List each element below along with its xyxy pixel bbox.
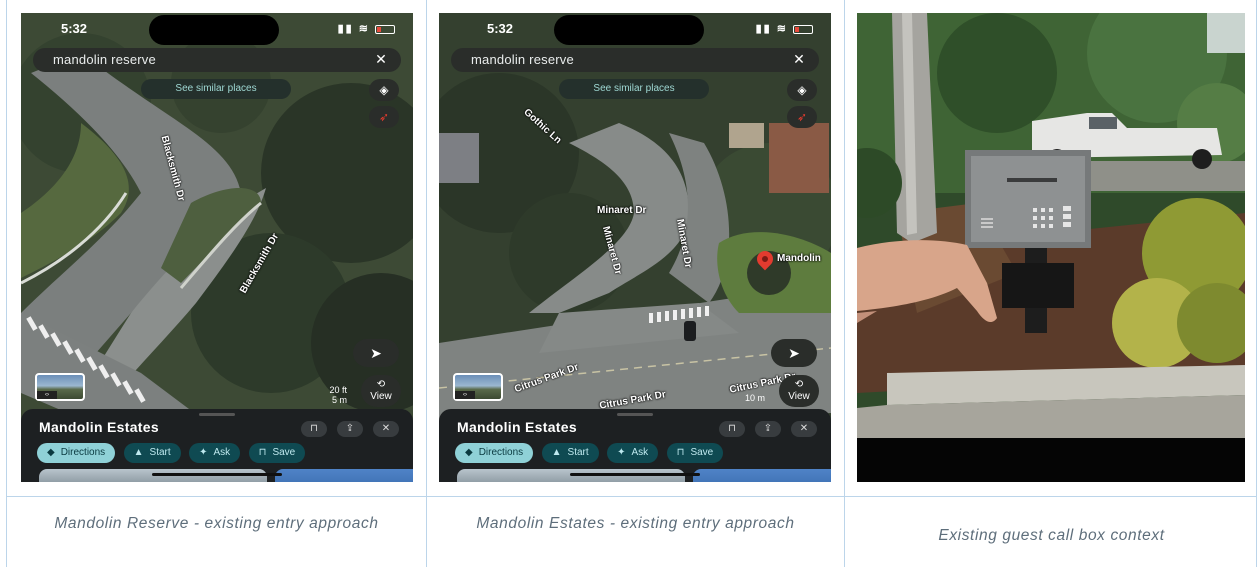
place-sheet: Mandolin Estates ⊓ ⇪ ✕ ◆ Directions ▲ Start … [21, 409, 413, 482]
ask-button[interactable]: ✦ Ask [607, 443, 659, 463]
view-360-icon: ⟲ [376, 379, 386, 390]
photo-card[interactable] [275, 469, 413, 482]
call-box-photo [857, 13, 1245, 482]
sparkle-icon: ✦ [617, 447, 626, 458]
search-bar[interactable]: mandolin reserve ✕ [451, 48, 819, 72]
battery-icon [375, 24, 395, 34]
image-caption: Mandolin Reserve - existing entry approa… [54, 515, 379, 532]
scale-meters: 10 m [744, 393, 765, 403]
close-icon[interactable]: ✕ [373, 421, 399, 437]
street-view-icon: ‹› [37, 391, 57, 399]
chip-label: Directions [60, 447, 106, 458]
place-actions: ⊓ ⇪ ✕ [709, 418, 817, 437]
status-icons: ▮▮ ≋ [756, 22, 813, 35]
start-arrow-icon: ▲ [133, 447, 144, 458]
layers-icon[interactable]: ◈ [369, 79, 399, 101]
view-label: View [370, 391, 392, 402]
scale-feet: 20 ft [329, 385, 347, 395]
place-actions: ⊓ ⇪ ✕ [291, 418, 399, 437]
place-name: Mandolin Estates [457, 419, 577, 435]
view-360-icon: ⟲ [794, 379, 804, 390]
home-indicator [570, 473, 700, 476]
table-cell-mandolin-reserve: Blacksmith Dr Blacksmith Dr 5:32 ▮▮ ≋ ma… [7, 0, 427, 567]
pin-label: Mandolin [777, 253, 821, 264]
chip-label: Save [272, 447, 296, 458]
close-icon[interactable]: ✕ [375, 51, 387, 68]
start-button[interactable]: ▲ Start [123, 443, 181, 463]
row-divider [427, 496, 844, 497]
status-time: 5:32 [61, 21, 88, 36]
place-name: Mandolin Estates [39, 419, 159, 435]
chip-label: Save [690, 447, 714, 458]
chip-label: Ask [213, 447, 231, 458]
table-cell-mandolin-estates: Gothic Ln Minaret Dr Minaret Dr Minaret … [427, 0, 845, 567]
see-similar-places-button[interactable]: See similar places [141, 79, 291, 99]
save-button[interactable]: ⊓ Save [666, 443, 724, 463]
search-query: mandolin reserve [53, 52, 156, 67]
compass-icon[interactable]: ➶ [787, 106, 817, 128]
directions-icon: ◆ [47, 447, 55, 458]
street-view-icon: ‹› [455, 391, 475, 399]
image-table: Blacksmith Dr Blacksmith Dr 5:32 ▮▮ ≋ ma… [6, 0, 1257, 567]
street-view-thumbnail[interactable]: ‹› [453, 373, 503, 401]
chip-label: Ask [631, 447, 649, 458]
battery-icon [793, 24, 813, 34]
sheet-handle[interactable] [199, 413, 235, 416]
maps-screenshot-mandolin-reserve: Blacksmith Dr Blacksmith Dr 5:32 ▮▮ ≋ ma… [21, 13, 413, 482]
directions-icon: ◆ [465, 447, 473, 458]
bookmark-icon[interactable]: ⊓ [301, 421, 327, 437]
street-view-thumbnail[interactable]: ‹› [35, 373, 85, 401]
directions-button[interactable]: ◆ Directions [37, 443, 116, 463]
bookmark-icon: ⊓ [676, 447, 685, 458]
photo-card[interactable] [693, 469, 831, 482]
row-divider [845, 496, 1257, 497]
see-similar-places-button[interactable]: See similar places [559, 79, 709, 99]
view-label: View [788, 391, 810, 402]
sheet-handle[interactable] [617, 413, 653, 416]
layers-icon[interactable]: ◈ [787, 79, 817, 101]
status-time: 5:32 [487, 21, 514, 36]
sparkle-icon: ✦ [199, 447, 208, 458]
share-icon[interactable]: ⇪ [337, 421, 363, 437]
status-bar: 5:32 ▮▮ ≋ [61, 21, 395, 37]
start-arrow-icon: ▲ [551, 447, 562, 458]
search-query: mandolin reserve [471, 52, 574, 67]
place-sheet: Mandolin Estates ⊓ ⇪ ✕ ◆ Directions ▲ Start … [439, 409, 831, 482]
compass-icon[interactable]: ➶ [369, 106, 399, 128]
start-button[interactable]: ▲ Start [541, 443, 599, 463]
close-icon[interactable]: ✕ [793, 51, 805, 68]
chip-label: Start [567, 447, 589, 458]
directions-button[interactable]: ◆ Directions [455, 443, 534, 463]
navigate-arrow-icon[interactable]: ➤ [771, 339, 817, 367]
navigate-arrow-icon[interactable]: ➤ [353, 339, 399, 367]
row-divider [7, 496, 426, 497]
ask-button[interactable]: ✦ Ask [189, 443, 241, 463]
bookmark-icon: ⊓ [258, 447, 267, 458]
maps-screenshot-mandolin-estates: Gothic Ln Minaret Dr Minaret Dr Minaret … [439, 13, 831, 482]
view-360-button[interactable]: ⟲ View [361, 375, 401, 407]
image-caption: Mandolin Estates - existing entry approa… [476, 515, 795, 532]
view-360-button[interactable]: ⟲ View [779, 375, 819, 407]
status-bar: 5:32 ▮▮ ≋ [487, 21, 813, 37]
action-chips: ◆ Directions ▲ Start ✦ Ask ⊓ Save [37, 442, 413, 463]
map-scale: 10 m [745, 393, 765, 403]
save-button[interactable]: ⊓ Save [248, 443, 306, 463]
home-indicator [152, 473, 282, 476]
map-scale: 20 ft 5 m [329, 385, 347, 405]
chip-label: Start [149, 447, 171, 458]
close-icon[interactable]: ✕ [791, 421, 817, 437]
call-box-scene [857, 13, 1245, 482]
search-bar[interactable]: mandolin reserve ✕ [33, 48, 401, 72]
status-icons: ▮▮ ≋ [338, 22, 395, 35]
table-cell-call-box: Existing guest call box context [845, 0, 1257, 567]
chip-label: Directions [478, 447, 524, 458]
action-chips: ◆ Directions ▲ Start ✦ Ask ⊓ Save [455, 442, 831, 463]
bookmark-icon[interactable]: ⊓ [719, 421, 745, 437]
street-label: Minaret Dr [597, 205, 647, 216]
share-icon[interactable]: ⇪ [755, 421, 781, 437]
scale-meters: 5 m [331, 395, 347, 405]
image-caption: Existing guest call box context [938, 527, 1165, 544]
